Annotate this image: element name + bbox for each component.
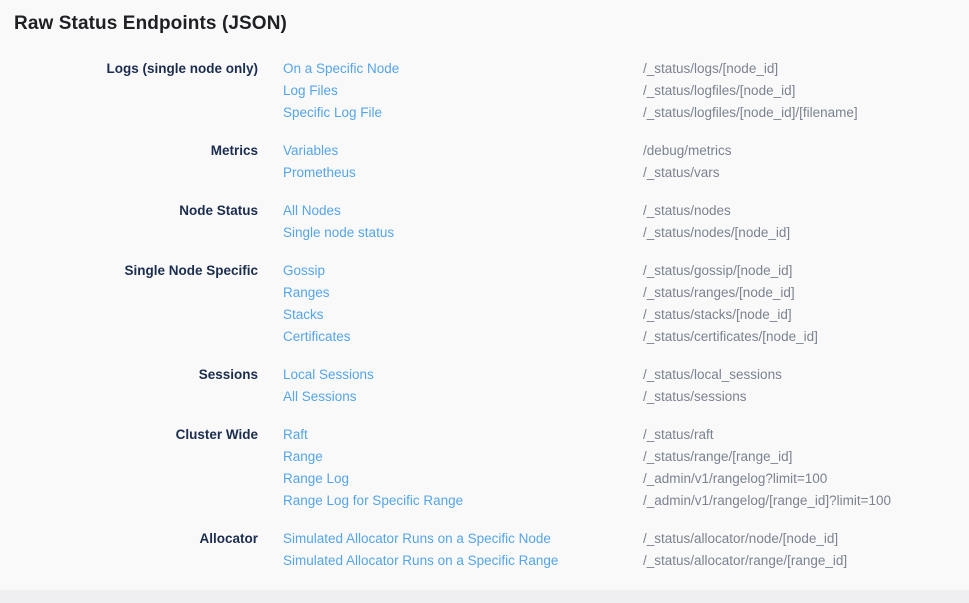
endpoint-path: /_status/certificates/[node_id] [643,326,969,348]
endpoint-paths-column: /_status/local_sessions/_status/sessions [643,364,969,408]
endpoint-group: Cluster Wide RaftRangeRange LogRange Log … [14,424,969,512]
raw-status-endpoints-page: Raw Status Endpoints (JSON) Logs (single… [0,0,969,572]
endpoint-path: /_status/logs/[node_id] [643,58,969,80]
category-label: Metrics [14,140,258,162]
endpoint-links-column: Simulated Allocator Runs on a Specific N… [283,528,618,572]
endpoint-group: Allocator Simulated Allocator Runs on a S… [14,528,969,572]
endpoint-link[interactable]: Variables [283,140,338,162]
endpoint-link[interactable]: Log Files [283,80,338,102]
endpoint-path: /_status/vars [643,162,969,184]
endpoint-paths-column: /debug/metrics/_status/vars [643,140,969,184]
endpoint-link[interactable]: Stacks [283,304,324,326]
endpoint-links-column: VariablesPrometheus [283,140,618,184]
endpoint-link[interactable]: Range [283,446,323,468]
endpoint-link[interactable]: Simulated Allocator Runs on a Specific N… [283,528,551,550]
category-label: Single Node Specific [14,260,258,282]
category-label: Sessions [14,364,258,386]
endpoint-link[interactable]: Prometheus [283,162,356,184]
category-label: Node Status [14,200,258,222]
page-title: Raw Status Endpoints (JSON) [14,13,969,35]
endpoint-link[interactable]: Range Log for Specific Range [283,490,463,512]
endpoint-path: /_status/raft [643,424,969,446]
endpoint-path: /debug/metrics [643,140,969,162]
category-label: Cluster Wide [14,424,258,446]
endpoint-path: /_status/logfiles/[node_id] [643,80,969,102]
endpoint-groups: Logs (single node only) On a Specific Nod… [14,58,969,572]
endpoint-link[interactable]: Gossip [283,260,325,282]
endpoint-paths-column: /_status/raft/_status/range/[range_id]/_… [643,424,969,512]
endpoint-path: /_status/sessions [643,386,969,408]
endpoint-group: Sessions Local SessionsAll Sessions /_stat… [14,364,969,408]
endpoint-link[interactable]: Specific Log File [283,102,382,124]
footer-strip [0,590,969,603]
endpoint-path: /_admin/v1/rangelog?limit=100 [643,468,969,490]
endpoint-path: /_status/allocator/range/[range_id] [643,550,969,572]
endpoint-path: /_status/nodes/[node_id] [643,222,969,244]
endpoint-link[interactable]: Local Sessions [283,364,374,386]
endpoint-path: /_status/ranges/[node_id] [643,282,969,304]
endpoint-group: Logs (single node only) On a Specific Nod… [14,58,969,124]
endpoint-link[interactable]: All Nodes [283,200,341,222]
endpoint-link[interactable]: Single node status [283,222,394,244]
endpoint-link[interactable]: Simulated Allocator Runs on a Specific R… [283,550,558,572]
endpoint-path: /_status/allocator/node/[node_id] [643,528,969,550]
endpoint-path: /_status/range/[range_id] [643,446,969,468]
endpoint-group: Node Status All NodesSingle node status /_… [14,200,969,244]
endpoint-paths-column: /_status/nodes/_status/nodes/[node_id] [643,200,969,244]
endpoint-link[interactable]: Certificates [283,326,351,348]
endpoint-path: /_status/nodes [643,200,969,222]
endpoint-links-column: RaftRangeRange LogRange Log for Specific… [283,424,618,512]
endpoint-links-column: On a Specific NodeLog FilesSpecific Log … [283,58,618,124]
endpoint-path: /_status/gossip/[node_id] [643,260,969,282]
endpoint-link[interactable]: Ranges [283,282,330,304]
endpoint-group: Single Node Specific GossipRangesStacksCe… [14,260,969,348]
endpoint-paths-column: /_status/allocator/node/[node_id]/_statu… [643,528,969,572]
endpoint-link[interactable]: On a Specific Node [283,58,399,80]
endpoint-paths-column: /_status/logs/[node_id]/_status/logfiles… [643,58,969,124]
endpoint-paths-column: /_status/gossip/[node_id]/_status/ranges… [643,260,969,348]
endpoint-link[interactable]: Range Log [283,468,349,490]
category-label: Allocator [14,528,258,550]
endpoint-path: /_status/logfiles/[node_id]/[filename] [643,102,969,124]
endpoint-group: Metrics VariablesPrometheus/debug/metrics… [14,140,969,184]
endpoint-path: /_admin/v1/rangelog/[range_id]?limit=100 [643,490,969,512]
category-label: Logs (single node only) [14,58,258,80]
endpoint-links-column: GossipRangesStacksCertificates [283,260,618,348]
endpoint-link[interactable]: All Sessions [283,386,357,408]
endpoint-path: /_status/local_sessions [643,364,969,386]
endpoint-path: /_status/stacks/[node_id] [643,304,969,326]
endpoint-links-column: All NodesSingle node status [283,200,618,244]
endpoint-link[interactable]: Raft [283,424,308,446]
endpoint-links-column: Local SessionsAll Sessions [283,364,618,408]
